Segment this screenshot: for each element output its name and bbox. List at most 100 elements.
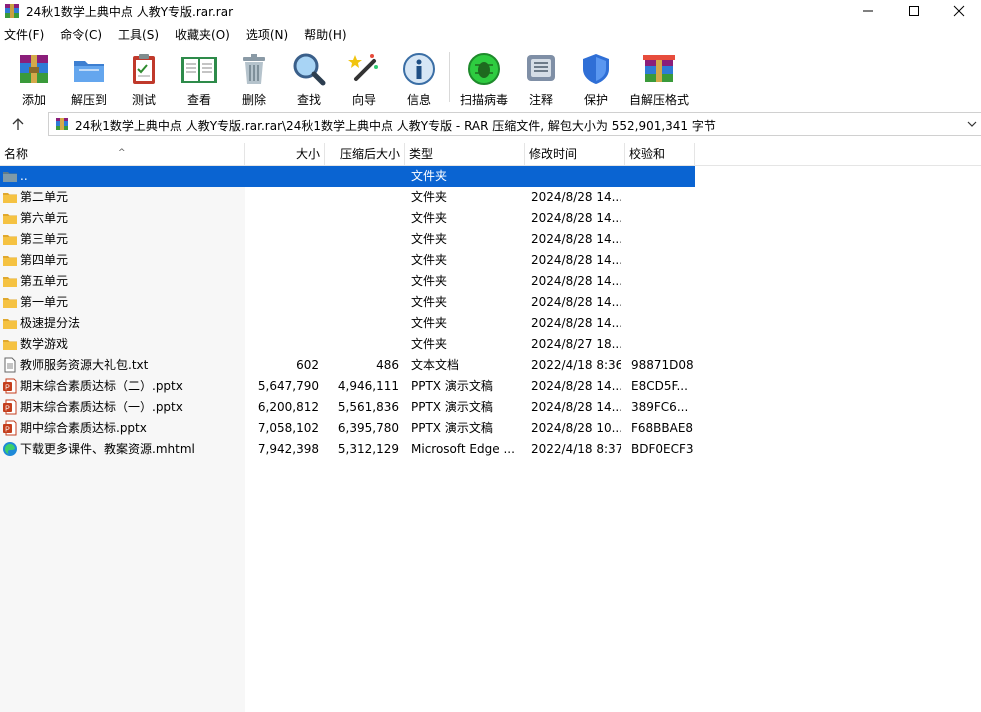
file-name: 第六单元	[20, 211, 69, 225]
file-modified: 2024/8/28 14...	[531, 295, 621, 309]
protect-button[interactable]: 保护	[566, 49, 626, 107]
edge-file-icon	[3, 442, 17, 456]
menu-file[interactable]: 文件(F)	[0, 24, 44, 44]
file-row[interactable]: P 期末综合素质达标（一）.pptx 6,200,812 5,561,836 P…	[0, 397, 695, 418]
up-button[interactable]	[6, 114, 30, 134]
menu-bar: 文件(F) 命令(C) 工具(S) 收藏夹(O) 选项(N) 帮助(H)	[0, 24, 981, 44]
wizard-wand-icon	[348, 54, 378, 81]
file-type: 文件夹	[411, 211, 448, 225]
file-type: 文件夹	[411, 190, 448, 204]
column-type-label: 类型	[409, 147, 434, 161]
file-crc	[631, 187, 693, 208]
menu-options[interactable]: 选项(N)	[242, 24, 288, 44]
file-crc	[631, 250, 693, 271]
menu-tools[interactable]: 工具(S)	[114, 24, 159, 44]
file-size: 7,058,102	[257, 421, 319, 435]
add-button[interactable]: 添加	[4, 49, 64, 107]
extract-to-button[interactable]: 解压到	[59, 49, 119, 107]
file-name: 期末综合素质达标（二）.pptx	[20, 379, 183, 393]
menu-favorites[interactable]: 收藏夹(O)	[171, 24, 230, 44]
file-type: 文件夹	[411, 295, 448, 309]
wizard-button[interactable]: 向导	[334, 49, 394, 107]
find-button[interactable]: 查找	[279, 49, 339, 107]
folder-icon	[3, 340, 17, 350]
file-packed-size	[325, 313, 399, 334]
file-name: 下载更多课件、教案资源.mhtml	[20, 442, 195, 456]
column-name[interactable]: 名称 ^	[0, 143, 245, 165]
extract-folder-icon	[74, 61, 104, 82]
delete-button[interactable]: 删除	[224, 49, 284, 107]
file-row[interactable]: 第一单元 文件夹 2024/8/28 14...	[0, 292, 695, 313]
file-modified: 2024/8/28 14...	[531, 253, 621, 267]
file-row[interactable]: 极速提分法 文件夹 2024/8/28 14...	[0, 313, 695, 334]
file-row[interactable]: 第五单元 文件夹 2024/8/28 14...	[0, 271, 695, 292]
info-icon	[403, 53, 435, 85]
file-size: 6,200,812	[257, 400, 319, 414]
minimize-button[interactable]	[845, 0, 891, 22]
file-row[interactable]: P 期末综合素质达标（二）.pptx 5,647,790 4,946,111 P…	[0, 376, 695, 397]
address-bar[interactable]: 24秋1数学上典中点 人教Y专版.rar.rar\24秋1数学上典中点 人教Y专…	[48, 112, 981, 136]
file-type: PPTX 演示文稿	[411, 379, 493, 393]
file-row[interactable]: 下载更多课件、教案资源.mhtml 7,942,398 5,312,129 Mi…	[0, 439, 695, 460]
file-type: PPTX 演示文稿	[411, 400, 493, 414]
close-button[interactable]	[936, 0, 981, 22]
file-crc	[631, 166, 693, 187]
sort-up-icon: ^	[118, 148, 126, 158]
winrar-app-icon	[5, 4, 19, 18]
file-crc	[631, 208, 693, 229]
file-name: 第四单元	[20, 253, 69, 267]
file-type: PPTX 演示文稿	[411, 421, 493, 435]
file-row[interactable]: 第四单元 文件夹 2024/8/28 14...	[0, 250, 695, 271]
file-modified	[531, 166, 621, 187]
chevron-down-icon[interactable]	[965, 117, 979, 131]
column-size[interactable]: 大小	[245, 143, 325, 165]
file-name: 第二单元	[20, 190, 69, 204]
comment-button[interactable]: 注释	[511, 49, 571, 107]
file-row[interactable]: .. 文件夹	[0, 166, 695, 187]
menu-help[interactable]: 帮助(H)	[300, 24, 346, 44]
svg-text:P: P	[5, 427, 10, 434]
info-label: 信息	[406, 93, 431, 107]
file-crc	[631, 334, 693, 355]
test-clipboard-icon	[133, 54, 155, 84]
file-size	[245, 250, 319, 271]
file-name: 教师服务资源大礼包.txt	[20, 358, 149, 372]
file-name: 第一单元	[20, 295, 69, 309]
test-button[interactable]: 测试	[114, 49, 174, 107]
wizard-label: 向导	[351, 93, 376, 107]
file-type: 文件夹	[411, 253, 448, 267]
file-row[interactable]: 第三单元 文件夹 2024/8/28 14...	[0, 229, 695, 250]
minimize-icon	[863, 10, 873, 12]
folder-icon	[3, 319, 17, 329]
file-crc: F68BBAE8	[631, 421, 693, 435]
file-row[interactable]: 第六单元 文件夹 2024/8/28 14...	[0, 208, 695, 229]
maximize-button[interactable]	[891, 0, 937, 22]
sfx-label: 自解压格式	[628, 93, 689, 107]
file-row[interactable]: 教师服务资源大礼包.txt 602 486 文本文档 2022/4/18 8:3…	[0, 355, 695, 376]
file-modified: 2024/8/28 14...	[531, 379, 621, 393]
file-row[interactable]: 第二单元 文件夹 2024/8/28 14...	[0, 187, 695, 208]
file-row[interactable]: P 期中综合素质达标.pptx 7,058,102 6,395,780 PPTX…	[0, 418, 695, 439]
maximize-icon	[909, 6, 919, 16]
file-packed-size: 5,312,129	[337, 442, 399, 456]
menu-command[interactable]: 命令(C)	[56, 24, 102, 44]
view-button[interactable]: 查看	[169, 49, 229, 107]
file-row[interactable]: 数学游戏 文件夹 2024/8/27 18...	[0, 334, 695, 355]
column-size-label: 大小	[295, 147, 320, 161]
column-crc[interactable]: 校验和	[625, 143, 695, 165]
column-packed[interactable]: 压缩后大小	[325, 143, 405, 165]
file-packed-size	[325, 208, 399, 229]
column-crc-label: 校验和	[629, 147, 666, 161]
add-archive-icon	[20, 55, 48, 83]
file-size	[245, 229, 319, 250]
virus-scan-button[interactable]: 扫描病毒	[454, 49, 514, 107]
file-crc	[631, 292, 693, 313]
sfx-button[interactable]: 自解压格式	[629, 49, 689, 107]
file-packed-size: 5,561,836	[337, 400, 399, 414]
folder-icon	[3, 193, 17, 203]
column-modified[interactable]: 修改时间	[525, 143, 625, 165]
column-header: 名称 ^ 大小 压缩后大小 类型 修改时间 校验和	[0, 143, 981, 166]
column-type[interactable]: 类型	[405, 143, 525, 165]
info-button[interactable]: 信息	[389, 49, 449, 107]
file-modified: 2024/8/28 14...	[531, 211, 621, 225]
